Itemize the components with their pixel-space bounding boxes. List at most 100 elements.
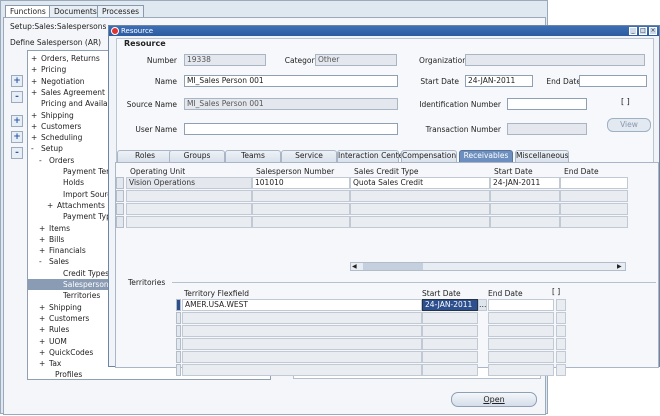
- name-field[interactable]: MI_Sales Person 001: [184, 75, 398, 87]
- receivables-cell[interactable]: Vision Operations: [126, 177, 252, 189]
- expand-branch-button[interactable]: +: [11, 115, 23, 127]
- tab-interaction-center[interactable]: Interaction Center: [337, 150, 406, 162]
- tab-service[interactable]: Service: [281, 150, 337, 162]
- receivables-cell[interactable]: [126, 216, 252, 228]
- category-field: Other: [315, 54, 397, 66]
- receivables-cell[interactable]: [350, 216, 490, 228]
- receivables-cell[interactable]: [490, 190, 560, 202]
- receivables-cell[interactable]: Quota Sales Credit: [350, 177, 490, 189]
- receivables-cell[interactable]: [560, 177, 628, 189]
- territory-cell[interactable]: 24-JAN-2011: [422, 299, 478, 311]
- collapse-button[interactable]: -: [11, 91, 23, 103]
- tab-documents[interactable]: Documents: [49, 5, 102, 17]
- territory-cell[interactable]: [488, 299, 554, 311]
- tab-processes[interactable]: Processes: [97, 5, 144, 17]
- receivables-cell[interactable]: [252, 216, 350, 228]
- receivables-cell[interactable]: [252, 190, 350, 202]
- territory-cell[interactable]: [182, 338, 422, 350]
- territory-cell[interactable]: [422, 312, 478, 324]
- column-operating-unit: Operating Unit: [130, 167, 186, 176]
- territory-cell[interactable]: [182, 325, 422, 337]
- tree-item-label: Credit Types: [63, 268, 110, 278]
- row-marker[interactable]: [116, 190, 124, 202]
- territory-cell[interactable]: [488, 364, 554, 376]
- tab-teams[interactable]: Teams: [225, 150, 281, 162]
- receivables-cell[interactable]: 101010: [252, 177, 350, 189]
- resource-title-bar[interactable]: Resource: [109, 26, 659, 36]
- territory-flexfield-cell[interactable]: [556, 364, 566, 376]
- territory-cell[interactable]: [488, 351, 554, 363]
- view-button[interactable]: View: [607, 118, 651, 132]
- tab-compensation[interactable]: Compensation: [401, 150, 457, 162]
- territory-cell[interactable]: [488, 338, 554, 350]
- territory-cell[interactable]: [422, 325, 478, 337]
- territory-flexfield-cell[interactable]: [556, 325, 566, 337]
- user-name-field[interactable]: [184, 123, 398, 135]
- tab-roles[interactable]: Roles: [117, 150, 173, 162]
- tree-item-label: Setup: [41, 144, 63, 154]
- territory-cell[interactable]: [182, 364, 422, 376]
- territory-cell[interactable]: [422, 338, 478, 350]
- tab-functions[interactable]: Functions: [5, 5, 51, 17]
- start-date-field[interactable]: 24-JAN-2011: [465, 75, 533, 87]
- scroll-right-icon[interactable]: ▶: [617, 263, 622, 270]
- row-marker[interactable]: [116, 216, 124, 228]
- tree-item-label: Shipping: [49, 302, 82, 312]
- identification-number-field[interactable]: [507, 98, 587, 110]
- territory-flexfield-cell[interactable]: [556, 312, 566, 324]
- scroll-thumb[interactable]: [363, 263, 423, 270]
- receivables-cell[interactable]: [350, 203, 490, 215]
- tree-item-label: Customers: [41, 121, 82, 131]
- territory-flexfield-cell[interactable]: [556, 299, 566, 311]
- receivables-cell[interactable]: [126, 203, 252, 215]
- receivables-cell[interactable]: [560, 190, 628, 202]
- tree-item-label: Items: [49, 223, 70, 233]
- collapse-all-button[interactable]: -: [11, 147, 23, 159]
- receivables-cell[interactable]: [252, 203, 350, 215]
- receivables-cell[interactable]: [350, 190, 490, 202]
- expand-button[interactable]: +: [11, 75, 23, 87]
- resource-window: Resource _ □ × Resource Number 19338 Cat…: [108, 25, 660, 376]
- territory-row-marker[interactable]: [176, 325, 181, 337]
- row-marker[interactable]: [116, 177, 124, 189]
- descriptive-flexfield[interactable]: [ ]: [621, 97, 641, 111]
- receivables-cell[interactable]: [490, 203, 560, 215]
- territory-cell[interactable]: [182, 312, 422, 324]
- expand-all-button[interactable]: +: [11, 131, 23, 143]
- tree-item-prefix: +: [39, 246, 46, 256]
- minimize-icon[interactable]: _: [629, 27, 637, 35]
- territory-cell[interactable]: [488, 312, 554, 324]
- tab-miscellaneous[interactable]: Miscellaneous: [515, 150, 569, 162]
- territory-cell[interactable]: [422, 351, 478, 363]
- territory-row-marker[interactable]: [176, 351, 181, 363]
- territory-cell[interactable]: AMER.USA.WEST: [182, 299, 422, 311]
- maximize-icon[interactable]: □: [639, 27, 647, 35]
- receivables-cell[interactable]: [490, 216, 560, 228]
- scroll-left-icon[interactable]: ◀: [352, 263, 357, 270]
- tab-receivables[interactable]: Receivables: [459, 150, 513, 162]
- resource-title: Resource: [121, 27, 154, 35]
- territory-row-marker[interactable]: [176, 364, 181, 376]
- receivables-cell[interactable]: 24-JAN-2011: [490, 177, 560, 189]
- tree-item-label: Negotiation: [41, 76, 85, 86]
- territory-cell[interactable]: [488, 325, 554, 337]
- territory-row-marker[interactable]: [176, 299, 181, 311]
- receivables-cell[interactable]: [126, 190, 252, 202]
- receivables-cell[interactable]: [560, 203, 628, 215]
- territory-row-marker[interactable]: [176, 338, 181, 350]
- setup-path: Setup:Sales:Salespersons: [10, 22, 107, 31]
- territory-bracket-label: [ ]: [552, 287, 561, 296]
- receivables-hscroll[interactable]: ◀ ▶: [350, 262, 626, 271]
- close-icon[interactable]: ×: [649, 27, 657, 35]
- end-date-field[interactable]: [579, 75, 647, 87]
- date-picker-icon[interactable]: …: [478, 299, 487, 311]
- receivables-cell[interactable]: [560, 216, 628, 228]
- open-button[interactable]: Open: [451, 392, 537, 407]
- territory-flexfield-cell[interactable]: [556, 338, 566, 350]
- territory-cell[interactable]: [422, 364, 478, 376]
- row-marker[interactable]: [116, 203, 124, 215]
- territory-row-marker[interactable]: [176, 312, 181, 324]
- territory-cell[interactable]: [182, 351, 422, 363]
- tab-groups[interactable]: Groups: [169, 150, 225, 162]
- territory-flexfield-cell[interactable]: [556, 351, 566, 363]
